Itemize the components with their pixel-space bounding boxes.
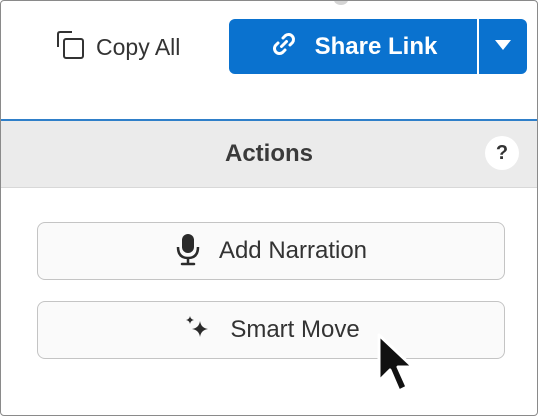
actions-panel: Copy All Share Link Actions ? Add Narrat… [0,0,538,416]
help-button[interactable]: ? [485,136,519,170]
chevron-down-icon [494,38,512,56]
add-narration-label: Add Narration [218,237,368,264]
actions-title: Actions [224,140,313,167]
microphone-icon [175,232,201,271]
share-link-label: Share Link [314,32,438,60]
copy-all-button[interactable]: Copy All [53,29,180,65]
share-link-group: Share Link [229,19,527,74]
smart-move-button[interactable]: Smart Move [37,301,505,359]
mouse-cursor-icon [373,329,423,399]
share-options-dropdown[interactable] [479,19,527,74]
add-narration-button[interactable]: Add Narration [37,222,505,280]
smart-move-label: Smart Move [230,316,360,343]
sparkles-icon [182,313,212,348]
copy-icon [53,28,87,67]
share-link-button[interactable]: Share Link [229,19,477,74]
copy-all-label: Copy All [96,33,181,60]
link-icon [269,29,299,64]
toolbar: Copy All Share Link [1,1,537,119]
actions-header: Actions ? [1,121,537,188]
